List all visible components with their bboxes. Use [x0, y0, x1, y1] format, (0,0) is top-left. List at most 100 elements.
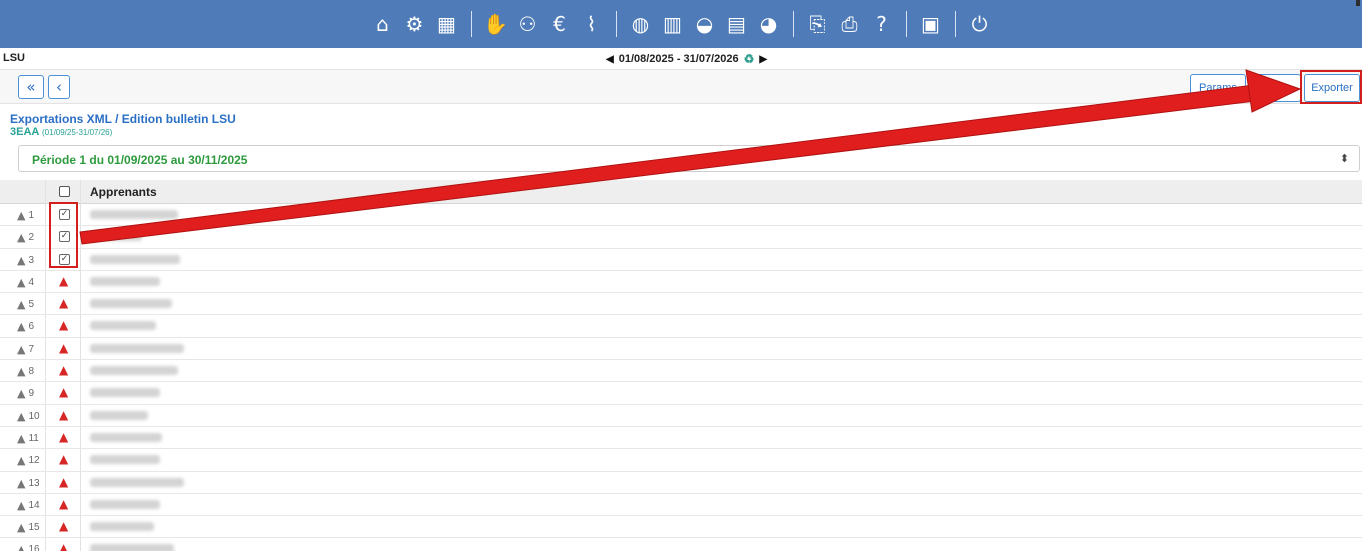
calendar-icon[interactable]: ▥ [660, 11, 686, 37]
row-number: 8 [28, 366, 35, 378]
table-row[interactable]: ▲ 8 ▲ [0, 360, 1362, 383]
redacted-name [90, 254, 180, 264]
table-row[interactable]: ▲ 3 ✓ [0, 249, 1362, 271]
row-warning: ▲ 8 [17, 365, 34, 378]
row-warning: ▲ 11 [17, 432, 39, 445]
chart-line-icon[interactable]: ⌇ [579, 11, 605, 37]
row-number: 14 [28, 499, 40, 511]
row-number: 10 [28, 410, 40, 422]
row-number: 12 [28, 455, 40, 467]
table-row[interactable]: ▲ 4 ▲ [0, 271, 1362, 294]
warning-icon: ▲ [17, 387, 26, 401]
table-row[interactable]: ▲ 2 ✓ [0, 226, 1362, 249]
screen-icon[interactable]: ▣ [918, 11, 944, 37]
row-number: 13 [28, 477, 40, 489]
select-caret-icon: ⬍ [1339, 152, 1349, 165]
unlabeled-button[interactable] [1249, 74, 1301, 102]
warning-icon: ▲ [17, 298, 26, 312]
separator [954, 11, 956, 37]
warning-icon: ▲ [17, 498, 26, 512]
table-row[interactable]: ▲ 5 ▲ [0, 293, 1362, 316]
row-number: 1 [28, 210, 35, 221]
table-row[interactable]: ▲ 6 ▲ [0, 315, 1362, 338]
help-icon[interactable]: ? [869, 11, 895, 37]
table-row[interactable]: ▲ 12 ▲ [0, 449, 1362, 472]
error-warning-icon: ▲ [59, 407, 69, 422]
export-icon[interactable]: ⎘ [805, 11, 831, 37]
table-row[interactable]: ▲ 14 ▲ [0, 494, 1362, 517]
separator [470, 11, 472, 37]
handshake-icon[interactable]: ✋ [483, 11, 509, 37]
separator [792, 11, 794, 37]
user-clock-icon[interactable]: ◕ [756, 11, 782, 37]
error-warning-icon: ▲ [59, 496, 69, 511]
redacted-name [90, 210, 178, 219]
power-icon[interactable]: ⏻ [967, 11, 993, 37]
warning-icon: ▲ [17, 454, 26, 468]
error-warning-icon: ▲ [59, 340, 69, 355]
module-bar: LSU ◀ 01/08/2025 - 31/07/2026 ♻ ▶ [0, 48, 1362, 70]
separator [905, 11, 907, 37]
print-icon[interactable]: ⎙ [837, 11, 863, 37]
table-row[interactable]: ▲ 11 ▲ [0, 427, 1362, 450]
select-all-checkbox[interactable] [59, 186, 70, 197]
id-card-icon[interactable]: ▤ [724, 11, 750, 37]
warning-icon: ▲ [17, 275, 26, 289]
car-icon[interactable]: ◒ [692, 11, 718, 37]
previous-page-button[interactable]: ‹ [48, 75, 70, 99]
table-row[interactable]: ▲ 10 ▲ [0, 405, 1362, 427]
table-row[interactable]: ▲ 9 ▲ [0, 382, 1362, 405]
date-range: ◀ 01/08/2025 - 31/07/2026 ♻ ▶ [606, 52, 767, 66]
redacted-name [90, 410, 148, 420]
refresh-icon[interactable]: ♻ [744, 52, 755, 66]
redacted-name [90, 499, 160, 509]
top-navigation-bar: ⌂ ⚙ ▦ ✋ ⚇ € ⌇ ◍ ▥ ◒ ▤ ◕ ⎘ ⎙ ? ▣ ⏻ [0, 0, 1362, 48]
date-range-text: 01/08/2025 - 31/07/2026 [618, 53, 739, 65]
row-warning: ▲ 16 [17, 543, 40, 551]
period-select[interactable]: Période 1 du 01/09/2025 au 30/11/2025 ⬍ [18, 145, 1360, 172]
globe-icon[interactable]: ◍ [628, 11, 654, 37]
settings-icon[interactable]: ⚙ [402, 11, 428, 37]
error-warning-icon: ▲ [59, 541, 69, 551]
warning-icon: ▲ [17, 231, 26, 245]
error-warning-icon: ▲ [59, 519, 69, 534]
row-warning: ▲ 10 [17, 410, 40, 423]
table-row[interactable]: ▲ 16 ▲ [0, 538, 1362, 551]
row-number: 15 [28, 522, 40, 534]
redacted-name [90, 432, 162, 442]
window-corner [1356, 0, 1360, 6]
row-warning: ▲ 2 [17, 231, 34, 244]
page-title: Exportations XML / Edition bulletin LSU [10, 112, 236, 126]
row-number: 4 [28, 276, 35, 288]
redacted-name [90, 455, 160, 465]
next-year-icon[interactable]: ▶ [759, 54, 767, 65]
table-row[interactable]: ▲ 7 ▲ [0, 338, 1362, 361]
table-row[interactable]: ▲ 15 ▲ [0, 516, 1362, 539]
error-warning-icon: ▲ [59, 363, 69, 378]
warning-icon: ▲ [17, 521, 26, 535]
module-label: LSU [3, 52, 25, 64]
redacted-name [90, 522, 154, 532]
table-row[interactable]: ▲ 13 ▲ [0, 472, 1362, 494]
table-row[interactable]: ▲ 1 ✓ [0, 204, 1362, 227]
params-button[interactable]: Params [1190, 74, 1246, 102]
previous-year-icon[interactable]: ◀ [606, 54, 614, 65]
row-warning: ▲ 12 [17, 454, 40, 467]
class-name: 3EAA [10, 126, 39, 138]
row-warning: ▲ 15 [17, 521, 40, 534]
row-number: 3 [28, 254, 35, 266]
row-number: 9 [28, 388, 35, 400]
redacted-name [90, 544, 174, 551]
home-icon[interactable]: ⌂ [370, 11, 396, 37]
learners-list: ▲ 1 ✓ ▲ 2 ✓ ▲ 3 ✓ ▲ 4 ▲ ▲ 5 ▲ ▲ 6 ▲ ▲ 7 ▲ ▲ 8 ▲ ▲ 9 ▲ ▲ 10 ▲ ▲ 11 ▲ ▲ 12 ▲ ▲… [0, 204, 1362, 551]
school-icon[interactable]: ▦ [434, 11, 460, 37]
redacted-name [90, 276, 160, 286]
error-warning-icon: ▲ [59, 318, 69, 333]
first-page-button[interactable]: « [18, 75, 44, 99]
group-icon[interactable]: ⚇ [515, 11, 541, 37]
period-selected-value: Période 1 du 01/09/2025 au 30/11/2025 [32, 153, 248, 167]
euro-icon[interactable]: € [547, 11, 573, 37]
top-icons: ⌂ ⚙ ▦ ✋ ⚇ € ⌇ ◍ ▥ ◒ ▤ ◕ ⎘ ⎙ ? ▣ ⏻ [367, 11, 996, 37]
redacted-name [90, 321, 156, 331]
row-warning: ▲ 6 [17, 320, 34, 333]
